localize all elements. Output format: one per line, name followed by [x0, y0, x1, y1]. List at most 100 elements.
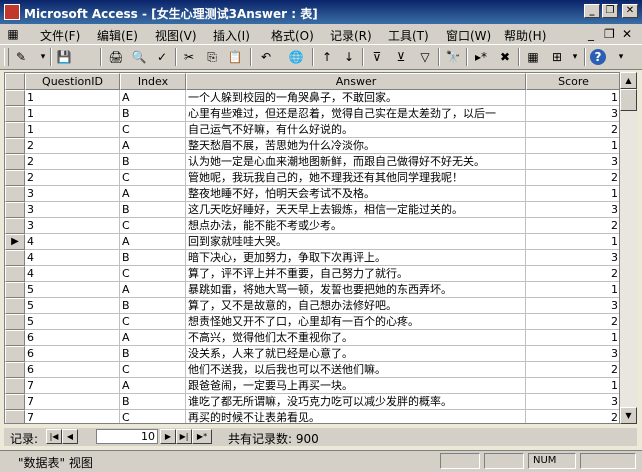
- cell-score[interactable]: 3: [526, 298, 619, 314]
- cell-questionid[interactable]: 3: [25, 202, 120, 218]
- menu-window[interactable]: 窗口(W): [446, 27, 491, 44]
- table-row[interactable]: 3 B 这几天吃好睡好，天天早上去锻炼，相信一定能过关的。 3: [5, 202, 619, 218]
- cell-index[interactable]: B: [120, 298, 186, 314]
- toolbar-options-icon[interactable]: ▾: [612, 49, 630, 65]
- sort-ascending-icon[interactable]: ↑: [318, 49, 336, 65]
- new-object-icon[interactable]: ⊞: [548, 49, 566, 65]
- first-record-button[interactable]: |◀: [46, 429, 62, 444]
- cell-index[interactable]: A: [120, 138, 186, 154]
- menu-help[interactable]: 帮助(H): [504, 27, 546, 44]
- next-record-button[interactable]: ▶: [160, 429, 176, 444]
- table-row[interactable]: 7 A 跟爸爸闹，一定要马上再买一块。 1: [5, 378, 619, 394]
- column-header-score[interactable]: Score: [526, 73, 619, 90]
- record-selector[interactable]: [5, 154, 25, 170]
- view-icon[interactable]: ✎: [12, 49, 30, 65]
- vertical-scrollbar[interactable]: ▲ ▼: [620, 72, 637, 424]
- cell-answer[interactable]: 整夜地睡不好，怕明天会考试不及格。: [186, 186, 526, 202]
- cell-index[interactable]: B: [120, 106, 186, 122]
- cell-score[interactable]: 1: [526, 186, 619, 202]
- cell-questionid[interactable]: 7: [25, 378, 120, 394]
- cell-score[interactable]: 2: [526, 218, 619, 234]
- cell-index[interactable]: C: [120, 122, 186, 138]
- record-selector[interactable]: [5, 314, 25, 330]
- table-row[interactable]: 5 B 算了，又不是故意的，自己想办法修好吧。 3: [5, 298, 619, 314]
- record-selector[interactable]: [5, 298, 25, 314]
- cell-index[interactable]: C: [120, 266, 186, 282]
- cell-score[interactable]: 1: [526, 90, 619, 106]
- cell-index[interactable]: A: [120, 234, 186, 250]
- cell-index[interactable]: C: [120, 410, 186, 423]
- previous-record-button[interactable]: ◀: [62, 429, 78, 444]
- cell-questionid[interactable]: 6: [25, 346, 120, 362]
- record-selector[interactable]: [5, 122, 25, 138]
- table-row[interactable]: 2 B 认为她一定是心血来潮地图新鲜，而跟自己做得好不好无关。 3: [5, 154, 619, 170]
- select-all-corner[interactable]: [5, 73, 25, 90]
- cell-answer[interactable]: 他们不送我，以后我也可以不送他们嘛。: [186, 362, 526, 378]
- cell-index[interactable]: A: [120, 90, 186, 106]
- record-selector[interactable]: [5, 378, 25, 394]
- record-selector[interactable]: [5, 186, 25, 202]
- cell-index[interactable]: A: [120, 186, 186, 202]
- table-row[interactable]: 2 A 整天愁眉不展，苦思她为什么冷淡你。 1: [5, 138, 619, 154]
- record-selector[interactable]: [5, 410, 25, 423]
- cell-questionid[interactable]: 2: [25, 138, 120, 154]
- cell-index[interactable]: B: [120, 394, 186, 410]
- cell-answer[interactable]: 跟爸爸闹，一定要马上再买一块。: [186, 378, 526, 394]
- record-selector[interactable]: [5, 90, 25, 106]
- cell-index[interactable]: B: [120, 346, 186, 362]
- access-app-icon[interactable]: [4, 4, 20, 20]
- table-row[interactable]: 4 B 暗下决心，更加努力，争取下次再评上。 3: [5, 250, 619, 266]
- cell-answer[interactable]: 想责怪她又开不了口，心里却有一百个的心疼。: [186, 314, 526, 330]
- cell-answer[interactable]: 整天愁眉不展，苦思她为什么冷淡你。: [186, 138, 526, 154]
- cell-answer[interactable]: 暴跳如雷，将她大骂一顿，发誓也要把她的东西弄坏。: [186, 282, 526, 298]
- doc-restore-button[interactable]: ❐: [604, 27, 615, 41]
- copy-icon[interactable]: ⎘: [203, 49, 221, 65]
- cell-answer[interactable]: 暗下决心，更加努力，争取下次再评上。: [186, 250, 526, 266]
- record-selector[interactable]: [5, 106, 25, 122]
- cell-score[interactable]: 1: [526, 282, 619, 298]
- menu-records[interactable]: 记录(R): [330, 27, 372, 44]
- cell-score[interactable]: 2: [526, 266, 619, 282]
- database-window-icon[interactable]: ▦: [524, 49, 542, 65]
- cell-score[interactable]: 2: [526, 362, 619, 378]
- cell-score[interactable]: 2: [526, 122, 619, 138]
- menu-edit[interactable]: 编辑(E): [97, 27, 138, 44]
- record-selector[interactable]: [5, 282, 25, 298]
- cell-questionid[interactable]: 5: [25, 282, 120, 298]
- cell-score[interactable]: 2: [526, 410, 619, 423]
- cell-index[interactable]: C: [120, 218, 186, 234]
- table-row[interactable]: 5 C 想责怪她又开不了口，心里却有一百个的心疼。 2: [5, 314, 619, 330]
- cell-answer[interactable]: 这几天吃好睡好，天天早上去锻炼，相信一定能过关的。: [186, 202, 526, 218]
- table-row[interactable]: 5 A 暴跳如雷，将她大骂一顿，发誓也要把她的东西弄坏。 1: [5, 282, 619, 298]
- menu-format[interactable]: 格式(O): [271, 27, 314, 44]
- table-doc-icon[interactable]: ▦: [4, 26, 22, 42]
- scroll-down-button[interactable]: ▼: [620, 407, 637, 424]
- cell-answer[interactable]: 再买的时候不让表弟看见。: [186, 410, 526, 423]
- cell-index[interactable]: C: [120, 170, 186, 186]
- menu-insert[interactable]: 插入(I): [213, 27, 250, 44]
- cell-questionid[interactable]: 6: [25, 362, 120, 378]
- undo-icon[interactable]: ↶: [257, 49, 275, 65]
- scroll-thumb[interactable]: [620, 89, 637, 111]
- column-header-answer[interactable]: Answer: [186, 73, 526, 90]
- table-row[interactable]: 6 A 不高兴，觉得他们太不重视你了。 1: [5, 330, 619, 346]
- cell-questionid[interactable]: 4: [25, 250, 120, 266]
- paste-icon[interactable]: 📋: [226, 49, 244, 65]
- datasheet-grid[interactable]: QuestionID Index Answer Score 1 A 一个人躲到校园的…: [4, 72, 620, 424]
- print-icon[interactable]: 🖨: [107, 49, 125, 65]
- cell-index[interactable]: B: [120, 154, 186, 170]
- cell-questionid[interactable]: 2: [25, 170, 120, 186]
- table-row[interactable]: 6 C 他们不送我，以后我也可以不送他们嘛。 2: [5, 362, 619, 378]
- menu-view[interactable]: 视图(V): [155, 27, 197, 44]
- table-row[interactable]: 7 C 再买的时候不让表弟看见。 2: [5, 410, 619, 423]
- table-row[interactable]: 6 B 没关系，人来了就已经是心意了。 3: [5, 346, 619, 362]
- hyperlink-icon[interactable]: 🌐: [287, 49, 305, 65]
- cell-answer[interactable]: 自己运气不好嘛，有什么好说的。: [186, 122, 526, 138]
- record-selector[interactable]: [5, 250, 25, 266]
- record-selector[interactable]: ▶: [5, 234, 25, 250]
- cell-answer[interactable]: 认为她一定是心血来潮地图新鲜，而跟自己做得好不好无关。: [186, 154, 526, 170]
- filter-by-selection-icon[interactable]: ⊽: [368, 49, 386, 65]
- cell-questionid[interactable]: 1: [25, 90, 120, 106]
- table-row[interactable]: ▶ 4 A 回到家就哇哇大哭。 1: [5, 234, 619, 250]
- cell-score[interactable]: 1: [526, 138, 619, 154]
